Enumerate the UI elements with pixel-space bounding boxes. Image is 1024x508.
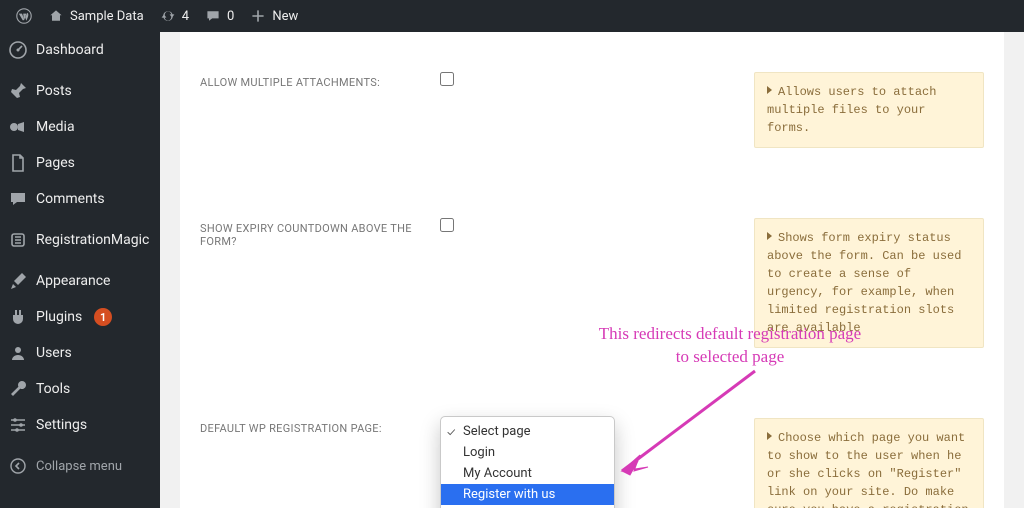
user-icon <box>8 343 28 363</box>
new-label: New <box>272 9 298 24</box>
sidebar-item-registrationmagic[interactable]: RegistrationMagic <box>0 222 160 258</box>
comments[interactable]: 0 <box>197 0 242 32</box>
plug-icon <box>8 307 28 327</box>
brush-icon <box>8 271 28 291</box>
sidebar-item-comments[interactable]: Comments <box>0 181 160 217</box>
annotation-arrow-icon <box>610 363 770 483</box>
setting-label: SHOW EXPIRY COUNTDOWN ABOVE THE FORM? <box>200 218 440 248</box>
setting-label: DEFAULT WP REGISTRATION PAGE: <box>200 418 440 435</box>
pin-icon <box>8 81 28 101</box>
new-content[interactable]: New <box>242 0 306 32</box>
plugin-update-badge: 1 <box>94 308 112 326</box>
collapse-icon <box>8 456 28 476</box>
caret-right-icon <box>767 86 772 94</box>
sidebar-item-label: Users <box>36 345 72 361</box>
registration-page-dropdown[interactable]: Select page Login My Account Register wi… <box>440 416 615 508</box>
dashboard-icon <box>8 40 28 60</box>
sidebar-item-label: Settings <box>36 417 87 433</box>
sidebar-item-label: RegistrationMagic <box>36 232 149 248</box>
sidebar-item-dashboard[interactable]: Dashboard <box>0 32 160 68</box>
refresh-icon <box>160 8 176 24</box>
help-text: Allows users to attach multiple files to… <box>767 85 936 135</box>
sidebar-item-pages[interactable]: Pages <box>0 145 160 181</box>
home-icon <box>48 8 64 24</box>
sidebar-item-plugins[interactable]: Plugins 1 <box>0 299 160 335</box>
dropdown-option-highlighted[interactable]: Register with us <box>441 484 614 505</box>
sidebar-item-posts[interactable]: Posts <box>0 73 160 109</box>
dropdown-option[interactable]: My Account <box>441 463 614 484</box>
help-text: Shows form expiry status above the form.… <box>767 231 961 335</box>
comments-count: 0 <box>227 9 234 24</box>
wrench-icon <box>8 379 28 399</box>
sidebar-item-label: Appearance <box>36 273 110 289</box>
sidebar-item-label: Media <box>36 119 75 135</box>
sidebar-item-label: Comments <box>36 191 105 207</box>
sidebar-item-media[interactable]: Media <box>0 109 160 145</box>
updates[interactable]: 4 <box>152 0 197 32</box>
dropdown-option[interactable]: Select page <box>441 421 614 442</box>
site-name-label: Sample Data <box>70 9 144 24</box>
sidebar-item-label: Posts <box>36 83 72 99</box>
setting-row-default-wp-registration-page: DEFAULT WP REGISTRATION PAGE: Select pag… <box>200 418 984 508</box>
plus-icon <box>250 8 266 24</box>
wp-logo[interactable] <box>8 0 40 32</box>
page-icon <box>8 153 28 173</box>
sidebar-item-label: Tools <box>36 381 70 397</box>
media-icon <box>8 117 28 137</box>
show-expiry-countdown-checkbox[interactable] <box>440 218 454 232</box>
allow-multiple-attachments-checkbox[interactable] <box>440 72 454 86</box>
sidebar-item-tools[interactable]: Tools <box>0 371 160 407</box>
setting-label: ALLOW MULTIPLE ATTACHMENTS: <box>200 72 440 89</box>
setting-row-allow-multiple-attachments: ALLOW MULTIPLE ATTACHMENTS: Allows users… <box>200 72 984 148</box>
admin-bar: Sample Data 4 0 New <box>0 0 1024 32</box>
registrationmagic-icon <box>8 230 28 250</box>
setting-row-show-expiry-countdown: SHOW EXPIRY COUNTDOWN ABOVE THE FORM? Sh… <box>200 218 984 348</box>
sidebar-item-appearance[interactable]: Appearance <box>0 263 160 299</box>
collapse-menu[interactable]: Collapse menu <box>0 448 160 484</box>
collapse-menu-label: Collapse menu <box>36 459 122 474</box>
sliders-icon <box>8 415 28 435</box>
sidebar-item-label: Plugins <box>36 309 82 325</box>
updates-count: 4 <box>182 9 189 24</box>
sidebar-item-users[interactable]: Users <box>0 335 160 371</box>
content-area: ALLOW MULTIPLE ATTACHMENTS: Allows users… <box>160 32 1024 508</box>
sidebar-item-label: Dashboard <box>36 42 104 58</box>
site-name[interactable]: Sample Data <box>40 0 152 32</box>
admin-sidebar: Dashboard Posts Media Pages Comments Reg… <box>0 32 160 508</box>
sidebar-item-label: Pages <box>36 155 75 171</box>
dropdown-option[interactable]: Login <box>441 442 614 463</box>
caret-right-icon <box>767 432 772 440</box>
wordpress-icon <box>16 8 32 24</box>
help-box: Choose which page you want to show to th… <box>754 418 984 508</box>
comments-icon <box>8 189 28 209</box>
help-box: Shows form expiry status above the form.… <box>754 218 984 348</box>
caret-right-icon <box>767 232 772 240</box>
sidebar-item-settings[interactable]: Settings <box>0 407 160 443</box>
settings-panel: ALLOW MULTIPLE ATTACHMENTS: Allows users… <box>180 32 1004 508</box>
help-text: Choose which page you want to show to th… <box>767 431 969 508</box>
comment-icon <box>205 8 221 24</box>
help-box: Allows users to attach multiple files to… <box>754 72 984 148</box>
